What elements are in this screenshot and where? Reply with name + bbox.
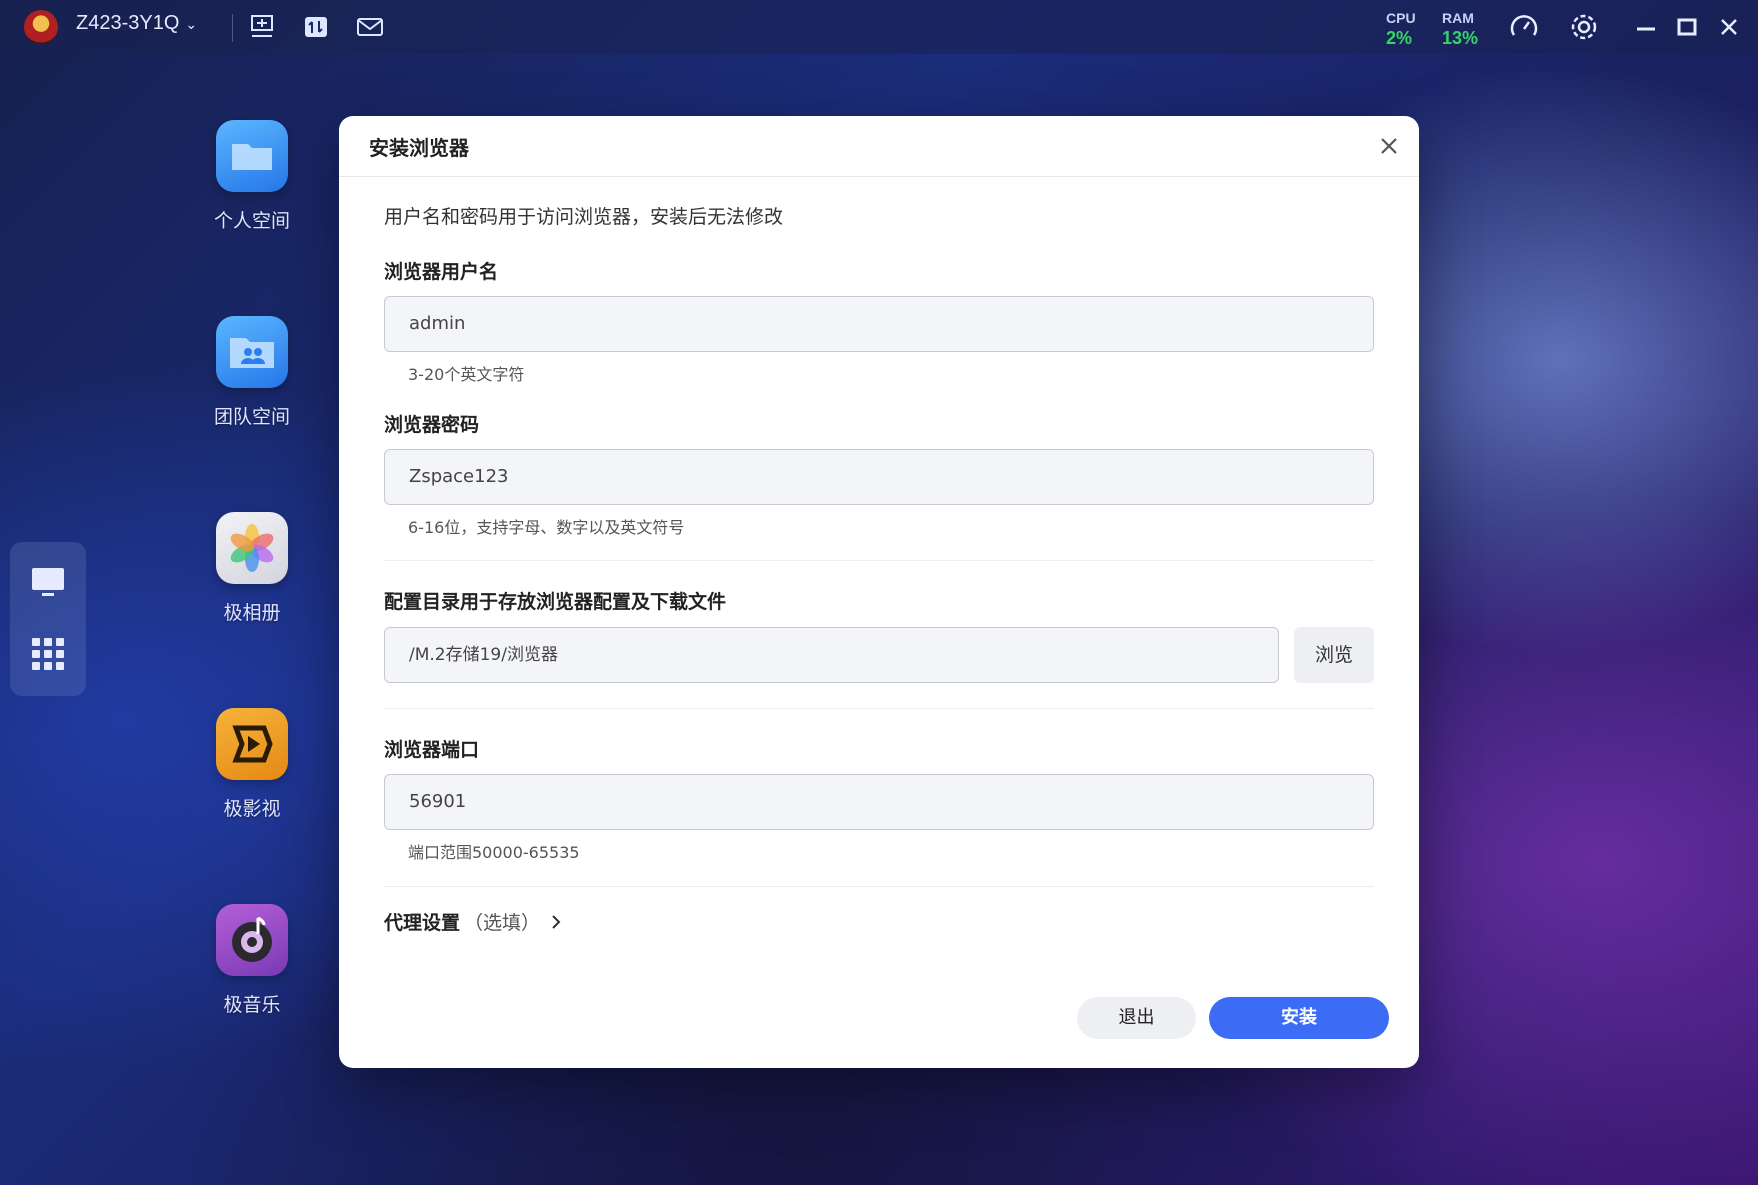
app-name: 极音乐 bbox=[223, 994, 281, 1016]
device-selector[interactable]: Z423-3Y1Q ⌄ bbox=[76, 12, 197, 35]
chevron-right-icon bbox=[552, 915, 561, 929]
desktop-monitor-icon[interactable] bbox=[30, 564, 66, 600]
port-label: 浏览器端口 bbox=[384, 739, 480, 761]
desktop-app-team-space[interactable]: 团队空间 bbox=[198, 316, 306, 429]
proxy-label: 代理设置 bbox=[384, 912, 461, 934]
config-dir-label: 配置目录用于存放浏览器配置及下载文件 bbox=[384, 591, 727, 613]
desktop-app-personal-space[interactable]: 个人空间 bbox=[198, 120, 306, 233]
top-bar: Z423-3Y1Q ⌄ CPU 2% RAM 13% bbox=[0, 0, 1758, 54]
port-field[interactable]: 56901 bbox=[384, 774, 1374, 830]
app-name: 极影视 bbox=[223, 798, 281, 820]
remote-desktop-icon[interactable] bbox=[248, 14, 276, 40]
topbar-divider bbox=[232, 14, 233, 42]
settings-gear-icon[interactable] bbox=[1568, 11, 1600, 43]
desktop-app-music[interactable]: 极音乐 bbox=[198, 904, 306, 1017]
section-divider bbox=[384, 560, 1374, 561]
folder-icon bbox=[216, 120, 288, 192]
music-icon bbox=[216, 904, 288, 976]
proxy-optional-label: （选填） bbox=[464, 912, 541, 934]
device-name: Z423-3Y1Q bbox=[76, 12, 180, 34]
desktop-app-photos[interactable]: 极相册 bbox=[198, 512, 306, 625]
user-avatar[interactable] bbox=[24, 10, 58, 44]
username-hint: 3-20个英文字符 bbox=[408, 365, 525, 384]
app-name: 极相册 bbox=[223, 602, 281, 624]
install-button[interactable]: 安装 bbox=[1209, 997, 1389, 1039]
port-hint: 端口范围50000-65535 bbox=[408, 843, 580, 862]
ram-label: RAM bbox=[1442, 10, 1474, 26]
password-label: 浏览器密码 bbox=[384, 414, 480, 436]
dashboard-gauge-icon[interactable] bbox=[1508, 11, 1540, 43]
ram-stat: RAM 13% bbox=[1442, 10, 1478, 49]
cpu-value: 2% bbox=[1386, 28, 1413, 48]
side-dock bbox=[10, 542, 86, 696]
cancel-button[interactable]: 退出 bbox=[1077, 997, 1196, 1039]
video-icon bbox=[216, 708, 288, 780]
app-name: 个人空间 bbox=[213, 210, 290, 232]
dialog-header: 安装浏览器 bbox=[339, 116, 1419, 177]
proxy-settings-toggle[interactable]: 代理设置 （选填） bbox=[384, 908, 564, 935]
chevron-down-icon: ⌄ bbox=[185, 16, 198, 32]
dialog-title: 安装浏览器 bbox=[369, 136, 469, 160]
photos-icon bbox=[216, 512, 288, 584]
transfer-icon[interactable] bbox=[302, 14, 330, 40]
password-field[interactable]: Zspace123 bbox=[384, 449, 1374, 505]
section-divider bbox=[384, 886, 1374, 887]
close-window-icon[interactable] bbox=[1716, 14, 1742, 40]
password-hint: 6-16位，支持字母、数字以及英文符号 bbox=[408, 518, 685, 537]
config-dir-field[interactable]: /M.2存储19/浏览器 bbox=[384, 627, 1279, 683]
maximize-icon[interactable] bbox=[1674, 14, 1700, 40]
minimize-icon[interactable] bbox=[1633, 14, 1659, 40]
ram-value: 13% bbox=[1442, 28, 1479, 48]
install-browser-dialog: 安装浏览器 用户名和密码用于访问浏览器，安装后无法修改 浏览器用户名 admin… bbox=[339, 116, 1419, 1068]
team-folder-icon bbox=[216, 316, 288, 388]
app-name: 团队空间 bbox=[213, 406, 290, 428]
mail-icon[interactable] bbox=[356, 14, 384, 40]
username-field[interactable]: admin bbox=[384, 296, 1374, 352]
app-grid-icon[interactable] bbox=[30, 636, 66, 672]
browse-button[interactable]: 浏览 bbox=[1294, 627, 1374, 683]
cpu-stat: CPU 2% bbox=[1386, 10, 1416, 49]
cpu-label: CPU bbox=[1386, 10, 1416, 26]
desktop-app-video[interactable]: 极影视 bbox=[198, 708, 306, 821]
close-icon[interactable] bbox=[1377, 134, 1401, 158]
section-divider bbox=[384, 708, 1374, 709]
username-label: 浏览器用户名 bbox=[384, 261, 499, 283]
dialog-note: 用户名和密码用于访问浏览器，安装后无法修改 bbox=[384, 206, 784, 228]
